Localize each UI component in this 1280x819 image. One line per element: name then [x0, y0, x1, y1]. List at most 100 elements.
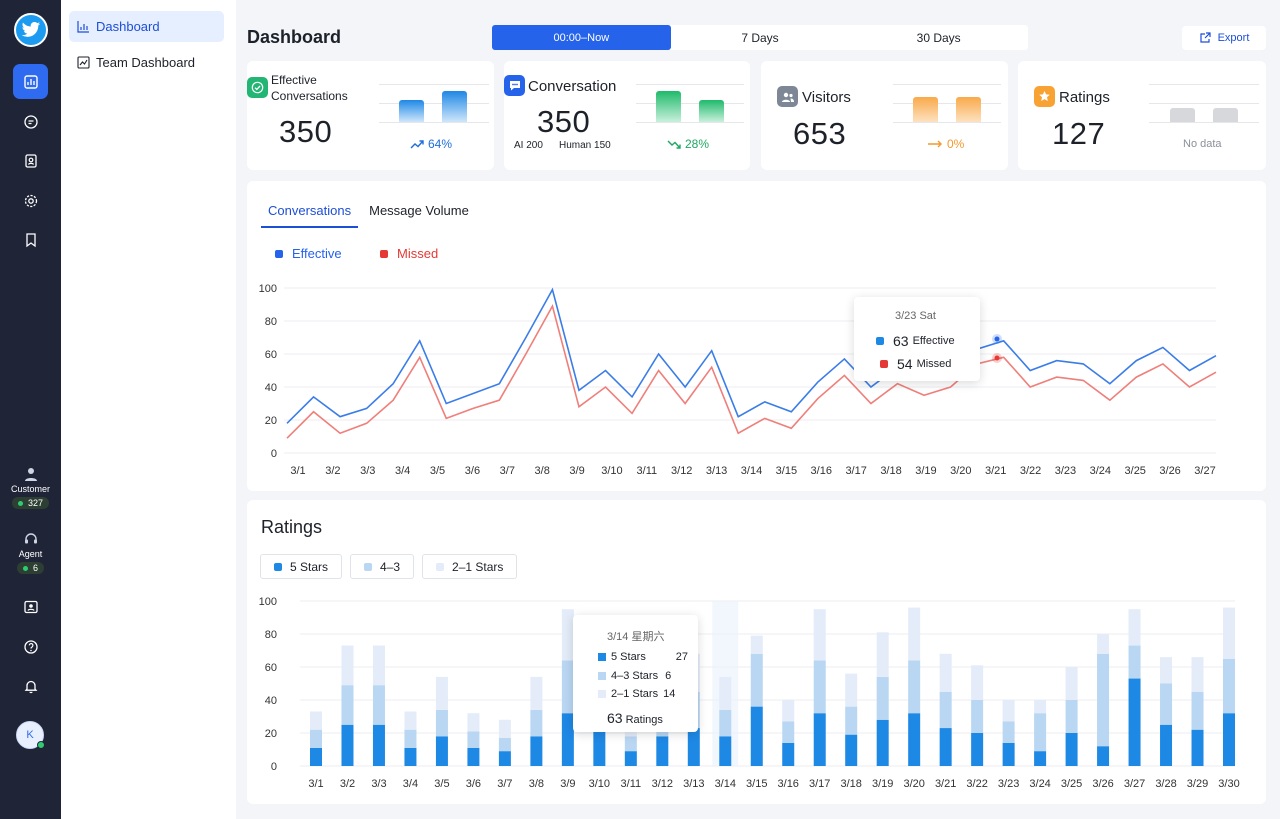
- rail-notification-bell-icon[interactable]: [13, 668, 48, 703]
- bar-segment-5stars: [1097, 746, 1110, 766]
- x-tick-label: 3/6: [466, 778, 481, 790]
- x-tick-label: 3/8: [535, 465, 550, 477]
- kpi-mini-bars: [1149, 84, 1259, 123]
- rail-profile-card-icon[interactable]: [13, 589, 48, 624]
- x-tick-label: 3/15: [746, 778, 767, 790]
- rail-settings-gear-icon[interactable]: [13, 183, 48, 218]
- x-tick-label: 3/29: [1187, 778, 1208, 790]
- user-avatar[interactable]: K: [16, 721, 45, 749]
- bar-segment-5stars: [624, 751, 637, 766]
- range-7-days-tab[interactable]: 7 Days: [671, 25, 850, 50]
- bar-segment-5stars: [1034, 751, 1047, 766]
- bar-segment-5stars: [750, 706, 763, 766]
- x-tick-label: 3/12: [652, 778, 673, 790]
- x-tick-label: 3/17: [845, 465, 866, 477]
- rail-contacts-icon[interactable]: [13, 143, 48, 178]
- kpi-label: Ratings: [1059, 89, 1110, 106]
- x-tick-label: 3/20: [950, 465, 971, 477]
- x-tick-label: 3/18: [880, 465, 901, 477]
- bar-segment-21stars: [435, 676, 448, 710]
- bar-segment-43: [341, 685, 354, 725]
- range-today-tab[interactable]: 00:00–Now: [492, 25, 671, 50]
- bar-segment-21stars: [845, 673, 858, 707]
- bar-segment-43: [1097, 653, 1110, 747]
- x-tick-label: 3/24: [1029, 778, 1050, 790]
- page-title: Dashboard: [247, 27, 342, 47]
- left-rail: Customer 327 Agent 6 K: [0, 0, 61, 819]
- x-tick-label: 3/11: [637, 465, 658, 477]
- bar-segment-5stars: [687, 728, 700, 766]
- tooltip-effective-row: 63 Effective: [876, 333, 955, 349]
- series-line-effective: [286, 287, 1217, 424]
- rail-chat-icon[interactable]: [13, 104, 48, 139]
- x-tick-label: 3/22: [1020, 465, 1041, 477]
- bar-segment-5stars: [971, 733, 984, 766]
- bar-segment-21stars: [1065, 667, 1078, 700]
- x-tick-label: 3/13: [683, 778, 704, 790]
- kpi-card-effective: Effective Conversations 350 64%: [247, 61, 494, 170]
- kpi-ai-count: AI 200: [514, 140, 543, 151]
- highlight-missed-point: [994, 355, 1000, 361]
- bar-segment-21stars: [310, 711, 322, 730]
- bar-segment-5stars: [498, 751, 511, 766]
- bar-segment-21stars: [1097, 634, 1110, 654]
- x-tick-label: 3/5: [430, 465, 445, 477]
- ratings-panel: Ratings 5 Stars 4–3 2–1 Stars 0 20 40 60 80 1…: [247, 500, 1266, 804]
- x-tick-label: 3/10: [601, 465, 622, 477]
- customer-label: Customer: [10, 484, 50, 494]
- nav-item-team-dashboard[interactable]: Team Dashboard: [69, 47, 224, 78]
- nav-item-dashboard[interactable]: Dashboard: [69, 11, 224, 42]
- x-tick-label: 3/26: [1092, 778, 1113, 790]
- kpi-label: Effective Conversations: [271, 73, 348, 103]
- bar-segment-43: [1160, 683, 1173, 725]
- rail-customer[interactable]: Customer 327: [0, 466, 61, 509]
- bar-chart-icon: [77, 20, 90, 33]
- kpi-value: 653: [793, 116, 847, 151]
- y-tick-label: 40: [265, 695, 277, 707]
- x-tick-label: 3/10: [589, 778, 610, 790]
- nav-item-label: Team Dashboard: [96, 55, 195, 70]
- bar-segment-5stars: [656, 736, 669, 766]
- bar-segment-5stars: [372, 724, 385, 766]
- export-button[interactable]: Export: [1182, 26, 1266, 50]
- app-logo-icon[interactable]: [14, 13, 48, 47]
- y-tick-label: 100: [259, 596, 277, 608]
- bar-segment-5stars: [530, 736, 543, 766]
- bar-segment-5stars: [1160, 724, 1173, 766]
- x-tick-label: 3/21: [985, 465, 1006, 477]
- x-tick-label: 3/26: [1159, 465, 1180, 477]
- bar-segment-43: [404, 729, 417, 748]
- x-tick-label: 3/24: [1090, 465, 1111, 477]
- agent-headset-icon: [24, 533, 37, 544]
- bar-segment-5stars: [939, 728, 952, 766]
- x-tick-label: 3/5: [434, 778, 449, 790]
- bar-segment-43: [467, 731, 480, 748]
- bar-segment-21stars: [498, 719, 511, 738]
- tooltip-total-row: 63 Ratings: [607, 710, 663, 726]
- bar-segment-21stars: [908, 607, 921, 661]
- rail-bookmark-icon[interactable]: [13, 222, 48, 257]
- bar-segment-21stars: [971, 665, 984, 700]
- bar-segment-21stars: [813, 609, 826, 661]
- x-tick-label: 3/2: [340, 778, 355, 790]
- y-tick-label: 40: [265, 382, 277, 394]
- rail-dashboard-icon[interactable]: [13, 64, 48, 99]
- bar-segment-21stars: [467, 713, 480, 732]
- bar-segment-5stars: [341, 724, 354, 766]
- x-tick-label: 3/7: [500, 465, 515, 477]
- check-chat-icon: [247, 77, 268, 98]
- range-30-days-tab[interactable]: 30 Days: [849, 25, 1028, 50]
- rail-agent[interactable]: Agent 6: [0, 531, 61, 574]
- rail-help-icon[interactable]: [13, 629, 48, 664]
- bar-segment-43: [939, 691, 952, 729]
- kpi-card-ratings: Ratings 127 No data: [1018, 61, 1266, 170]
- x-tick-label: 3/11: [621, 778, 642, 790]
- x-tick-label: 3/12: [671, 465, 692, 477]
- x-tick-label: 3/28: [1155, 778, 1176, 790]
- x-tick-label: 3/20: [903, 778, 924, 790]
- tooltip-two-row: 2–1 Stars 14: [598, 688, 675, 700]
- secondary-nav: Dashboard Team Dashboard: [61, 0, 236, 819]
- kpi-value: 350: [279, 114, 333, 149]
- y-tick-label: 0: [271, 448, 277, 460]
- bar-segment-5stars: [845, 734, 858, 766]
